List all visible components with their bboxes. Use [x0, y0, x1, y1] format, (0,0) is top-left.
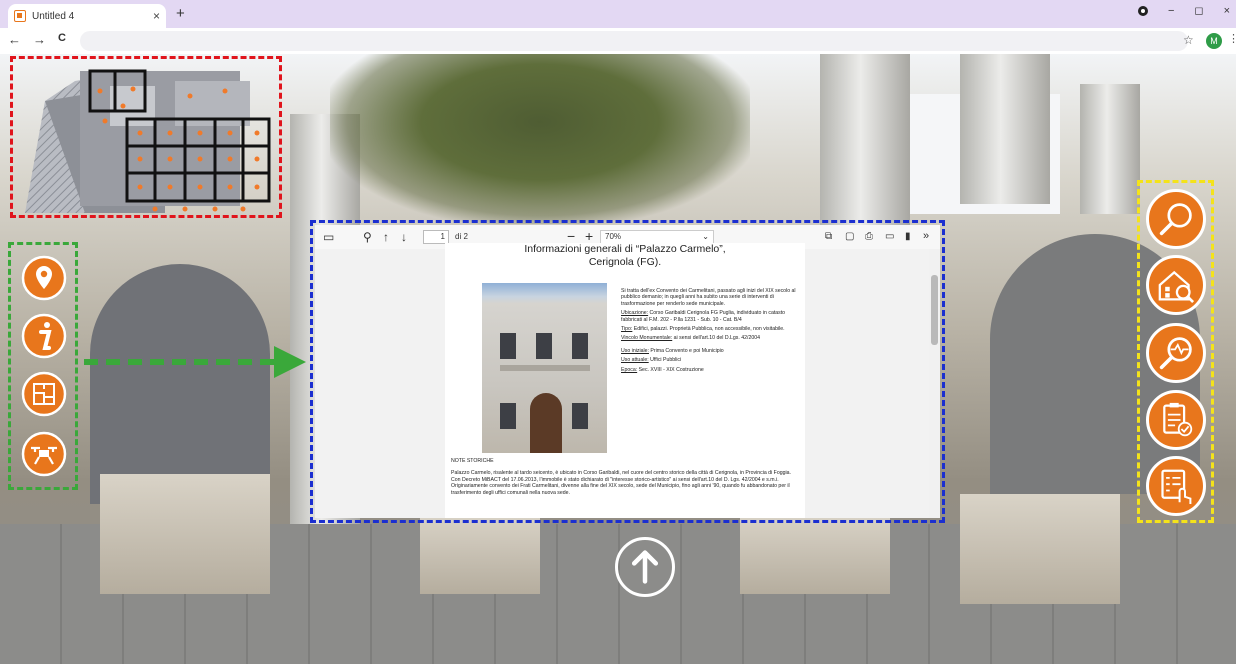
building-photo	[482, 283, 607, 453]
document-title-line1: Informazioni generali di “Palazzo Carmel…	[524, 243, 726, 255]
page-count: di 2	[455, 232, 468, 241]
new-tab-button[interactable]: +	[176, 5, 185, 22]
document-title-line2: Cerignola (FG).	[588, 256, 662, 268]
document-title: Informazioni generali di “Palazzo Carmel…	[485, 243, 765, 269]
find-icon[interactable]: ⚲	[363, 230, 372, 244]
pdf-viewer-frame: ▭ ⚲ ↑ ↓ 1 di 2 − + 70% ⌄ ⧉ ▢ ⎙ ▭ ▮ » Inf…	[310, 220, 945, 523]
reload-button[interactable]: C	[58, 32, 66, 47]
column	[1080, 84, 1140, 214]
previous-page-icon[interactable]: ↑	[383, 230, 389, 244]
pdf-scrollbar[interactable]	[929, 249, 940, 518]
epoca-text: Sec. XVIII - XIX Costruzione	[637, 366, 704, 373]
notes-paragraph: Palazzo Carmelo, risalente al tardo seic…	[451, 470, 791, 477]
tab-close-button[interactable]: ×	[153, 9, 160, 23]
touch-form-icon[interactable]	[1146, 456, 1206, 516]
bookmark-star-icon[interactable]: ☆	[1183, 33, 1194, 47]
pdf-viewer: ▭ ⚲ ↑ ↓ 1 di 2 − + 70% ⌄ ⧉ ▢ ⎙ ▭ ▮ » Inf…	[315, 225, 940, 518]
zoom-select[interactable]: 70% ⌄	[600, 230, 714, 244]
pdf-background-left	[315, 249, 445, 518]
tipo-text: Edifici, palazzi. Proprietà Pubblica, no…	[632, 326, 785, 333]
favicon-icon	[14, 10, 26, 22]
pedestal	[740, 514, 890, 594]
location-pin-icon[interactable]	[21, 255, 67, 301]
scrollbar-thumb[interactable]	[931, 275, 938, 345]
vincolo-label: Vincolo Monumentale:	[621, 335, 673, 342]
close-window-button[interactable]: ×	[1224, 5, 1230, 17]
browser-menu-icon[interactable]: ⋮	[1228, 32, 1236, 45]
tab-title: Untitled 4	[32, 10, 75, 22]
open-file-icon[interactable]: ▢	[845, 231, 854, 242]
profile-avatar[interactable]: M	[1206, 33, 1222, 49]
more-tools-icon[interactable]: »	[923, 230, 929, 242]
address-bar[interactable]	[80, 31, 1188, 51]
tree-foliage	[330, 54, 750, 224]
back-button[interactable]: ←	[8, 32, 21, 47]
uso-attuale-text: Uffici Pubblici	[648, 357, 682, 364]
floor-plan-icon[interactable]	[21, 371, 67, 417]
window-controls: − ◻ ×	[1137, 4, 1230, 17]
zoom-in-icon[interactable]: +	[585, 228, 593, 244]
notes-heading: NOTE STORICHE	[451, 458, 494, 464]
uso-iniziale-label: Uso iniziale:	[621, 347, 649, 354]
chevron-down-icon: ⌄	[702, 232, 709, 241]
print-icon[interactable]: ⎙	[865, 231, 873, 242]
checklist-icon[interactable]	[1146, 390, 1206, 450]
next-page-icon[interactable]: ↓	[401, 230, 407, 244]
pedestal	[420, 514, 540, 594]
building-inspect-icon[interactable]	[1146, 255, 1206, 315]
left-toolbar	[8, 242, 78, 490]
tipo-label: Tipo:	[621, 326, 633, 333]
download-icon[interactable]: ▭	[885, 231, 894, 242]
zoom-value: 70%	[605, 232, 622, 241]
maximize-button[interactable]: ◻	[1194, 4, 1203, 17]
sidebar-toggle-icon[interactable]: ▭	[323, 230, 334, 244]
pedestal	[100, 474, 270, 594]
up-arrow-icon[interactable]	[615, 537, 675, 597]
historical-notes: NOTE STORICHE Palazzo Carmelo, risalente…	[451, 458, 796, 496]
search-icon[interactable]	[1146, 189, 1206, 249]
info-icon[interactable]	[21, 313, 67, 359]
notes-paragraph: Originariamente convento dei Frati Carme…	[451, 483, 790, 496]
minimap-frame	[10, 56, 282, 218]
floor-plan-minimap[interactable]	[15, 61, 277, 213]
uso-iniziale-text: Prima Convento e poi Municipio	[648, 347, 724, 354]
presentation-icon[interactable]: ⧉	[825, 231, 832, 242]
browser-tab[interactable]: Untitled 4 ×	[8, 4, 166, 28]
media-control-icon[interactable]	[1137, 5, 1148, 16]
pdf-page: Informazioni generali di “Palazzo Carmel…	[445, 243, 805, 518]
tab-strip: Untitled 4 × + − ◻ ×	[0, 0, 1236, 28]
epoca-label: Epoca:	[621, 366, 638, 373]
forward-button[interactable]: →	[33, 32, 46, 47]
drone-icon[interactable]	[21, 431, 67, 477]
pdf-background-right	[805, 249, 940, 518]
bookmark-icon[interactable]: ▮	[905, 231, 911, 242]
info-text: Si tratta dell'ex Convento dei Carmelita…	[621, 288, 801, 376]
intro-text: Si tratta dell'ex Convento dei Carmelita…	[621, 288, 796, 307]
ubicazione-label: Ubicazione:	[621, 310, 649, 317]
minimize-button[interactable]: −	[1168, 5, 1174, 17]
browser-toolbar: ← → C ☆ M ⋮	[0, 28, 1236, 54]
pointer-arrow	[84, 346, 306, 378]
right-toolbar	[1137, 180, 1214, 523]
nav-buttons: ← → C	[8, 32, 66, 47]
zoom-out-icon[interactable]: −	[567, 228, 575, 244]
uso-attuale-label: Uso attuale:	[621, 357, 649, 364]
pedestal	[960, 494, 1120, 604]
vincolo-text: ai sensi dell'art.10 del D.Lgs. 42/2004	[672, 335, 761, 342]
diagnostics-icon[interactable]	[1146, 323, 1206, 383]
page-number-input[interactable]: 1	[423, 230, 449, 244]
column	[960, 54, 1050, 204]
arch-left	[90, 264, 270, 504]
